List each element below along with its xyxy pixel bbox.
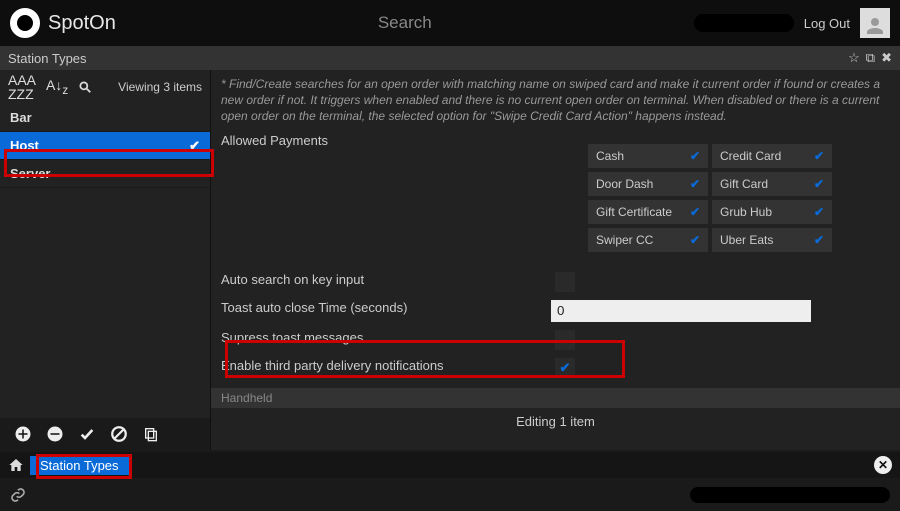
check-icon: ✔ <box>814 177 824 191</box>
payment-gift-certificate[interactable]: Gift Certificate ✔ <box>588 200 708 224</box>
search-icon[interactable] <box>78 80 92 94</box>
sidebar-item-server[interactable]: Server <box>0 160 210 188</box>
payment-door-dash[interactable]: Door Dash ✔ <box>588 172 708 196</box>
remove-button[interactable] <box>46 425 64 443</box>
apply-button[interactable] <box>78 425 96 443</box>
redacted-region <box>690 487 890 503</box>
sidebar-item-host[interactable]: Host ✔ <box>0 132 210 160</box>
check-icon: ✔ <box>690 177 700 191</box>
viewing-count: Viewing 3 items <box>118 80 202 94</box>
help-text: * Find/Create searches for an open order… <box>211 70 900 129</box>
payment-label: Gift Certificate <box>596 205 672 219</box>
auto-search-label: Auto search on key input <box>221 272 551 287</box>
star-icon[interactable]: ☆ <box>848 50 860 66</box>
toast-time-input[interactable] <box>551 300 811 322</box>
payment-label: Door Dash <box>596 177 653 191</box>
payment-label: Grub Hub <box>720 205 772 219</box>
avatar[interactable] <box>860 8 890 38</box>
auto-search-checkbox[interactable] <box>555 272 575 292</box>
third-party-checkbox[interactable]: ✔ <box>555 358 575 378</box>
check-icon: ✔ <box>690 149 700 163</box>
tab-station-types[interactable]: Station Types <box>30 456 129 475</box>
logout-link[interactable]: Log Out <box>804 16 850 31</box>
payment-label: Uber Eats <box>720 233 773 247</box>
page-title: Station Types <box>8 51 87 66</box>
third-party-label: Enable third party delivery notification… <box>221 358 551 373</box>
suppress-toast-checkbox[interactable] <box>555 330 575 350</box>
sidebar-item-label: Host <box>10 138 39 153</box>
add-button[interactable] <box>14 425 32 443</box>
editing-status: Editing 1 item <box>211 408 900 438</box>
close-icon[interactable]: ✖ <box>881 50 892 66</box>
check-icon: ✔ <box>690 233 700 247</box>
home-icon[interactable] <box>8 457 24 473</box>
sort-az-icon[interactable]: A↓z <box>46 77 68 97</box>
link-icon[interactable] <box>10 487 26 503</box>
payment-label: Cash <box>596 149 624 163</box>
sidebar-item-bar[interactable]: Bar <box>0 104 210 132</box>
payment-grub-hub[interactable]: Grub Hub ✔ <box>712 200 832 224</box>
sidebar-item-label: Server <box>10 166 50 181</box>
check-icon: ✔ <box>814 149 824 163</box>
suppress-toast-label: Supress toast messages <box>221 330 551 345</box>
payment-swiper-cc[interactable]: Swiper CC ✔ <box>588 228 708 252</box>
payment-gift-card[interactable]: Gift Card ✔ <box>712 172 832 196</box>
allowed-payments-label: Allowed Payments <box>221 133 551 148</box>
redacted-region <box>694 14 794 32</box>
payment-label: Gift Card <box>720 177 768 191</box>
check-icon: ✔ <box>814 233 824 247</box>
payment-credit-card[interactable]: Credit Card ✔ <box>712 144 832 168</box>
sort-alpha-icon[interactable]: AAAZZZ <box>8 73 36 101</box>
toast-time-label: Toast auto close Time (seconds) <box>221 300 551 315</box>
window-icon[interactable]: ⧉ <box>866 50 875 66</box>
payment-cash[interactable]: Cash ✔ <box>588 144 708 168</box>
payment-label: Credit Card <box>720 149 781 163</box>
handheld-section-header[interactable]: Handheld <box>211 388 900 408</box>
cancel-button[interactable] <box>110 425 128 443</box>
check-icon: ✔ <box>189 138 200 154</box>
payment-label: Swiper CC <box>596 233 653 247</box>
global-search[interactable]: Search <box>116 13 694 33</box>
brand-name: SpotOn <box>48 12 116 35</box>
check-icon: ✔ <box>814 205 824 219</box>
check-icon: ✔ <box>690 205 700 219</box>
payment-uber-eats[interactable]: Uber Eats ✔ <box>712 228 832 252</box>
brand-logo <box>10 8 40 38</box>
sidebar-item-label: Bar <box>10 110 32 125</box>
close-tab-icon[interactable]: ✕ <box>874 456 892 474</box>
copy-button[interactable] <box>142 425 160 443</box>
